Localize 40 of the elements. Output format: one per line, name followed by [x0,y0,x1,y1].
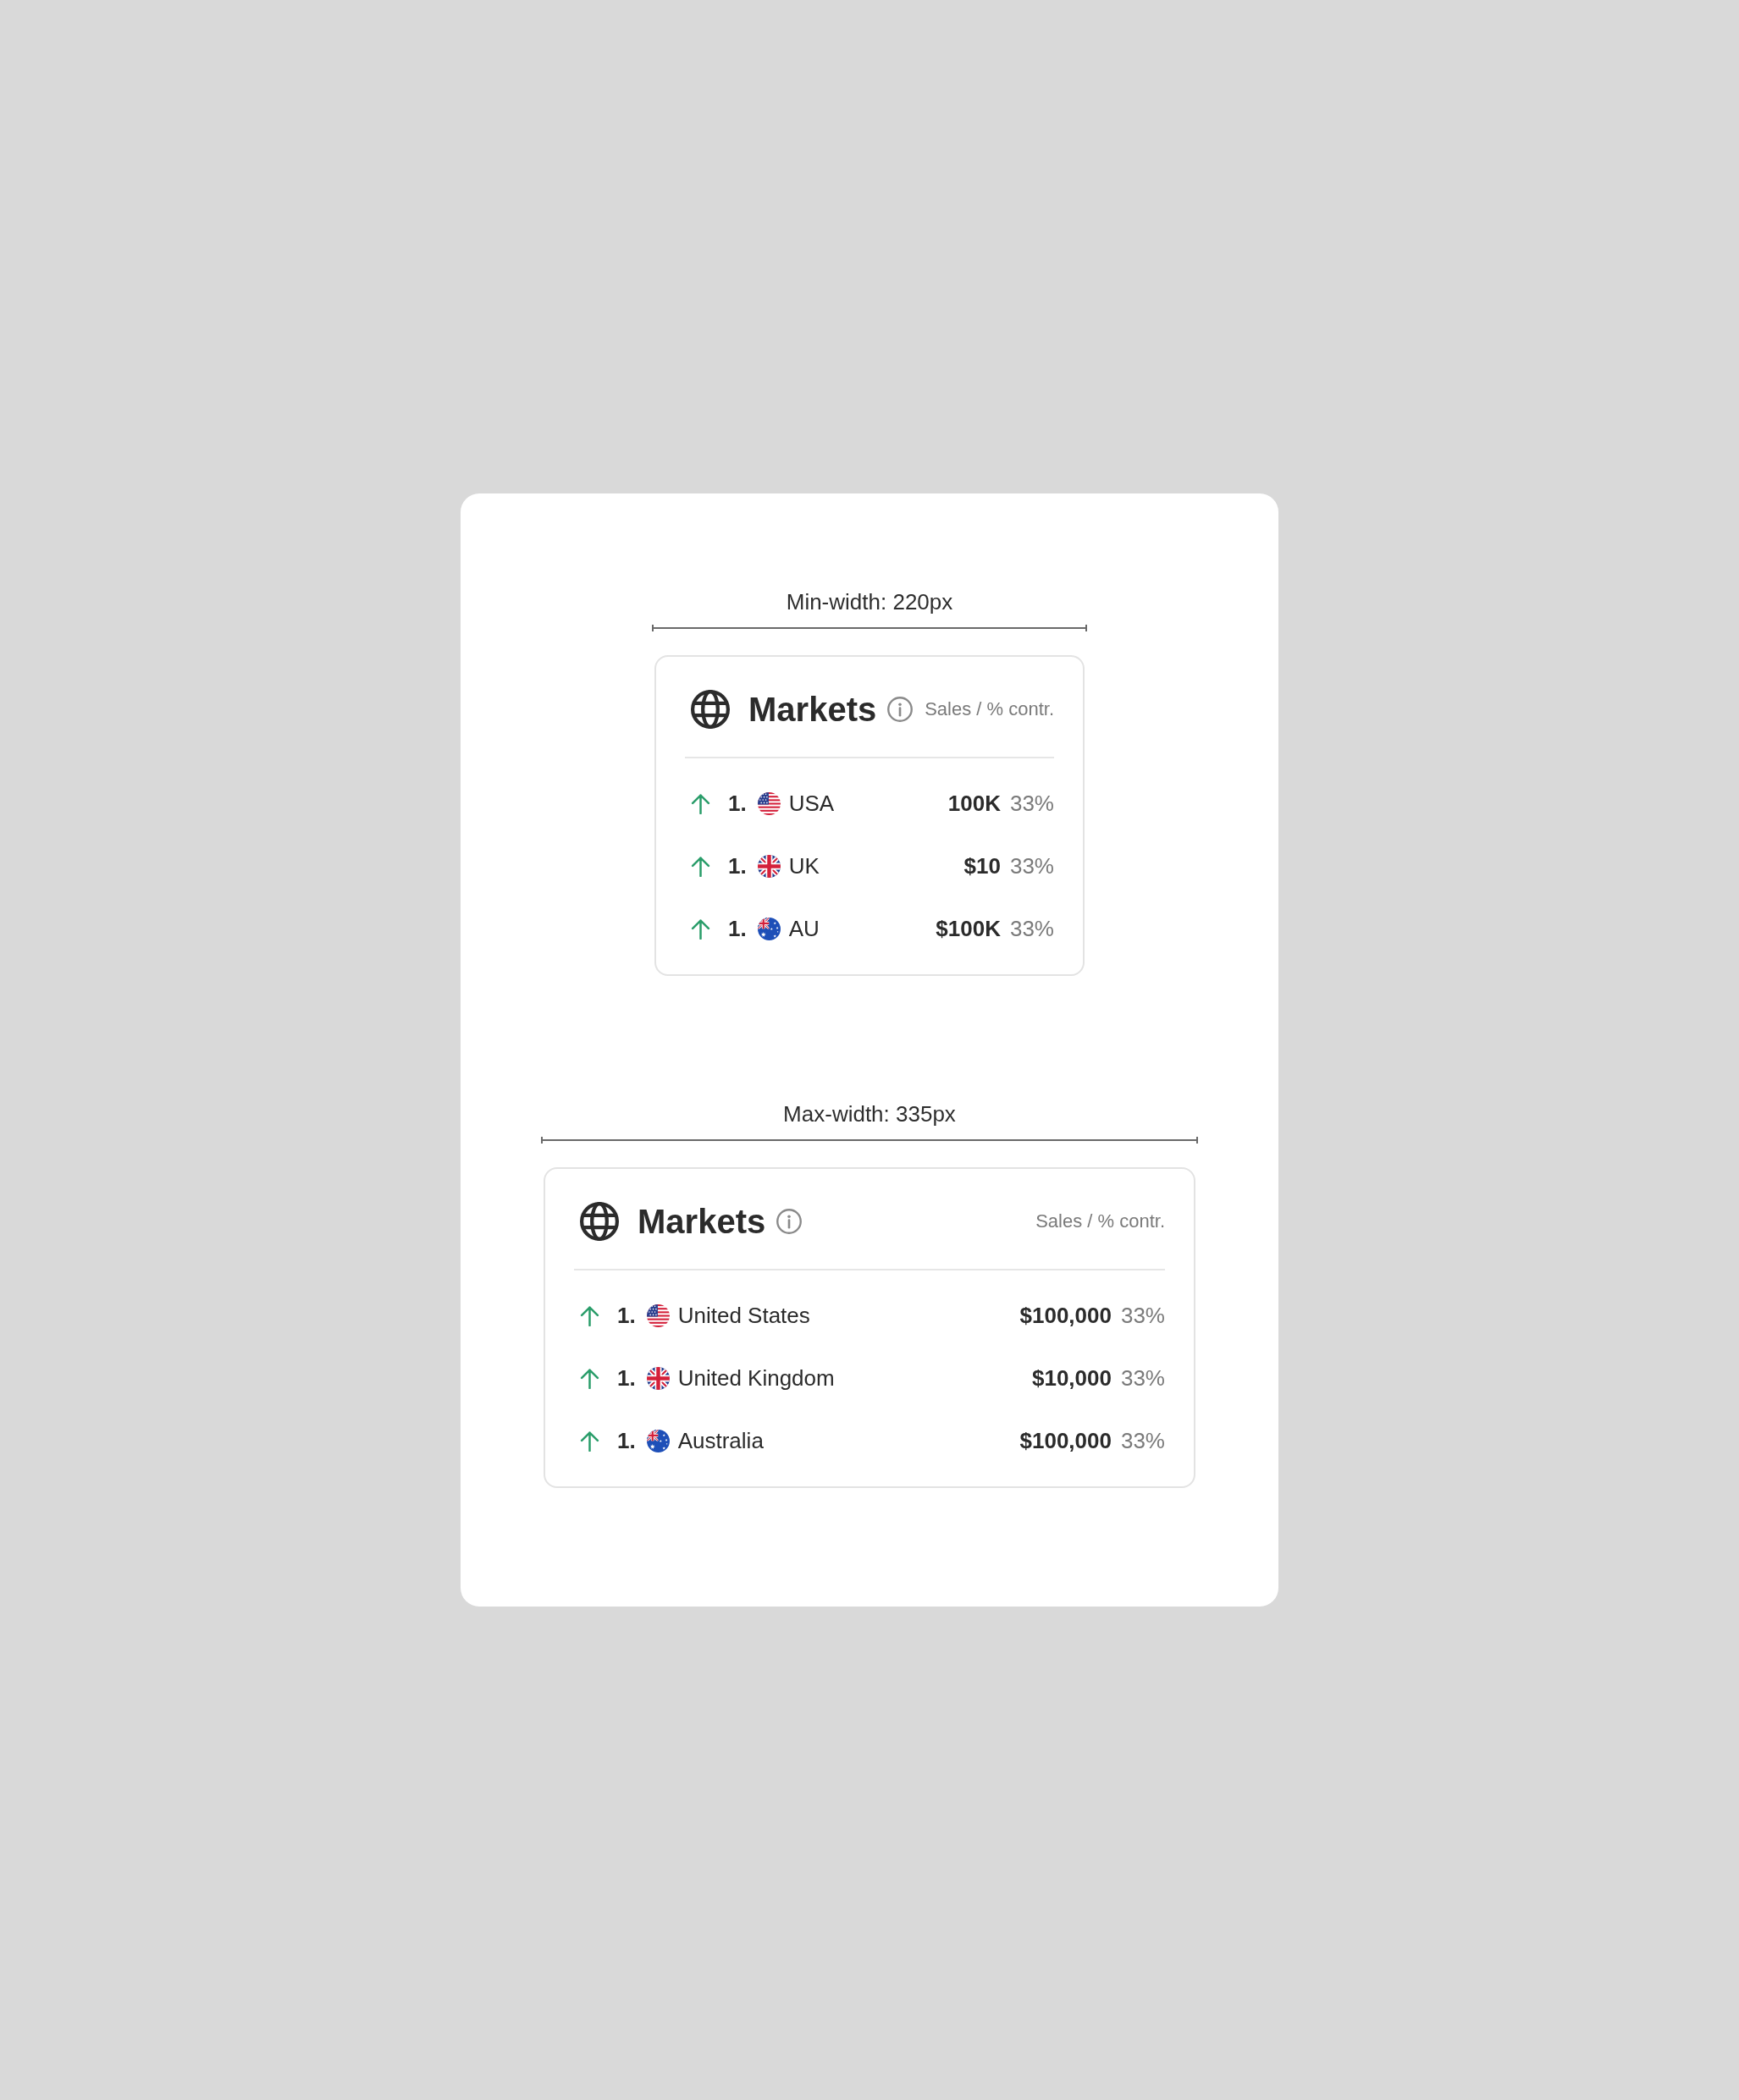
flag-icon [646,1429,670,1452]
info-icon[interactable] [887,697,914,722]
width-label: Max-width: 335px [783,1100,956,1127]
share-percent: 33% [1120,1303,1165,1328]
column-caption: Sales / % contr. [925,697,1054,721]
country-name: United Kingdom [677,1365,835,1391]
share-percent: 33% [1009,916,1054,941]
flag-icon [646,1304,670,1327]
sales-value: $100K [936,916,1001,941]
column-caption: Sales / % contr. [1035,1210,1165,1233]
flag-icon [757,917,781,940]
globe-icon [691,690,730,729]
flag-icon [757,791,781,815]
sales-value: $100,000 [1019,1303,1112,1328]
card-title: Markets [748,690,877,729]
rank-number: 1. [617,1428,636,1453]
rank-number: 1. [728,853,747,879]
share-percent: 33% [1009,791,1054,816]
globe-icon [580,1202,619,1241]
rank-number: 1. [617,1365,636,1391]
card-title: Markets [638,1202,766,1241]
country-name: UK [788,853,820,879]
info-icon[interactable] [776,1209,803,1234]
country-name: United States [677,1303,810,1328]
country-name: AU [788,916,820,941]
rank-number: 1. [728,916,747,941]
sales-value: $10,000 [1031,1365,1112,1391]
sales-value: $10 [963,853,1001,879]
flag-icon [646,1366,670,1390]
rank-number: 1. [728,791,747,816]
sales-value: 100K [947,791,1001,816]
share-percent: 33% [1120,1365,1165,1391]
sales-value: $100,000 [1019,1428,1112,1453]
country-name: Australia [677,1428,764,1453]
width-label: Min-width: 220px [786,588,953,615]
country-name: USA [788,791,835,816]
flag-icon [757,854,781,878]
rank-number: 1. [617,1303,636,1328]
share-percent: 33% [1120,1428,1165,1453]
share-percent: 33% [1009,853,1054,879]
